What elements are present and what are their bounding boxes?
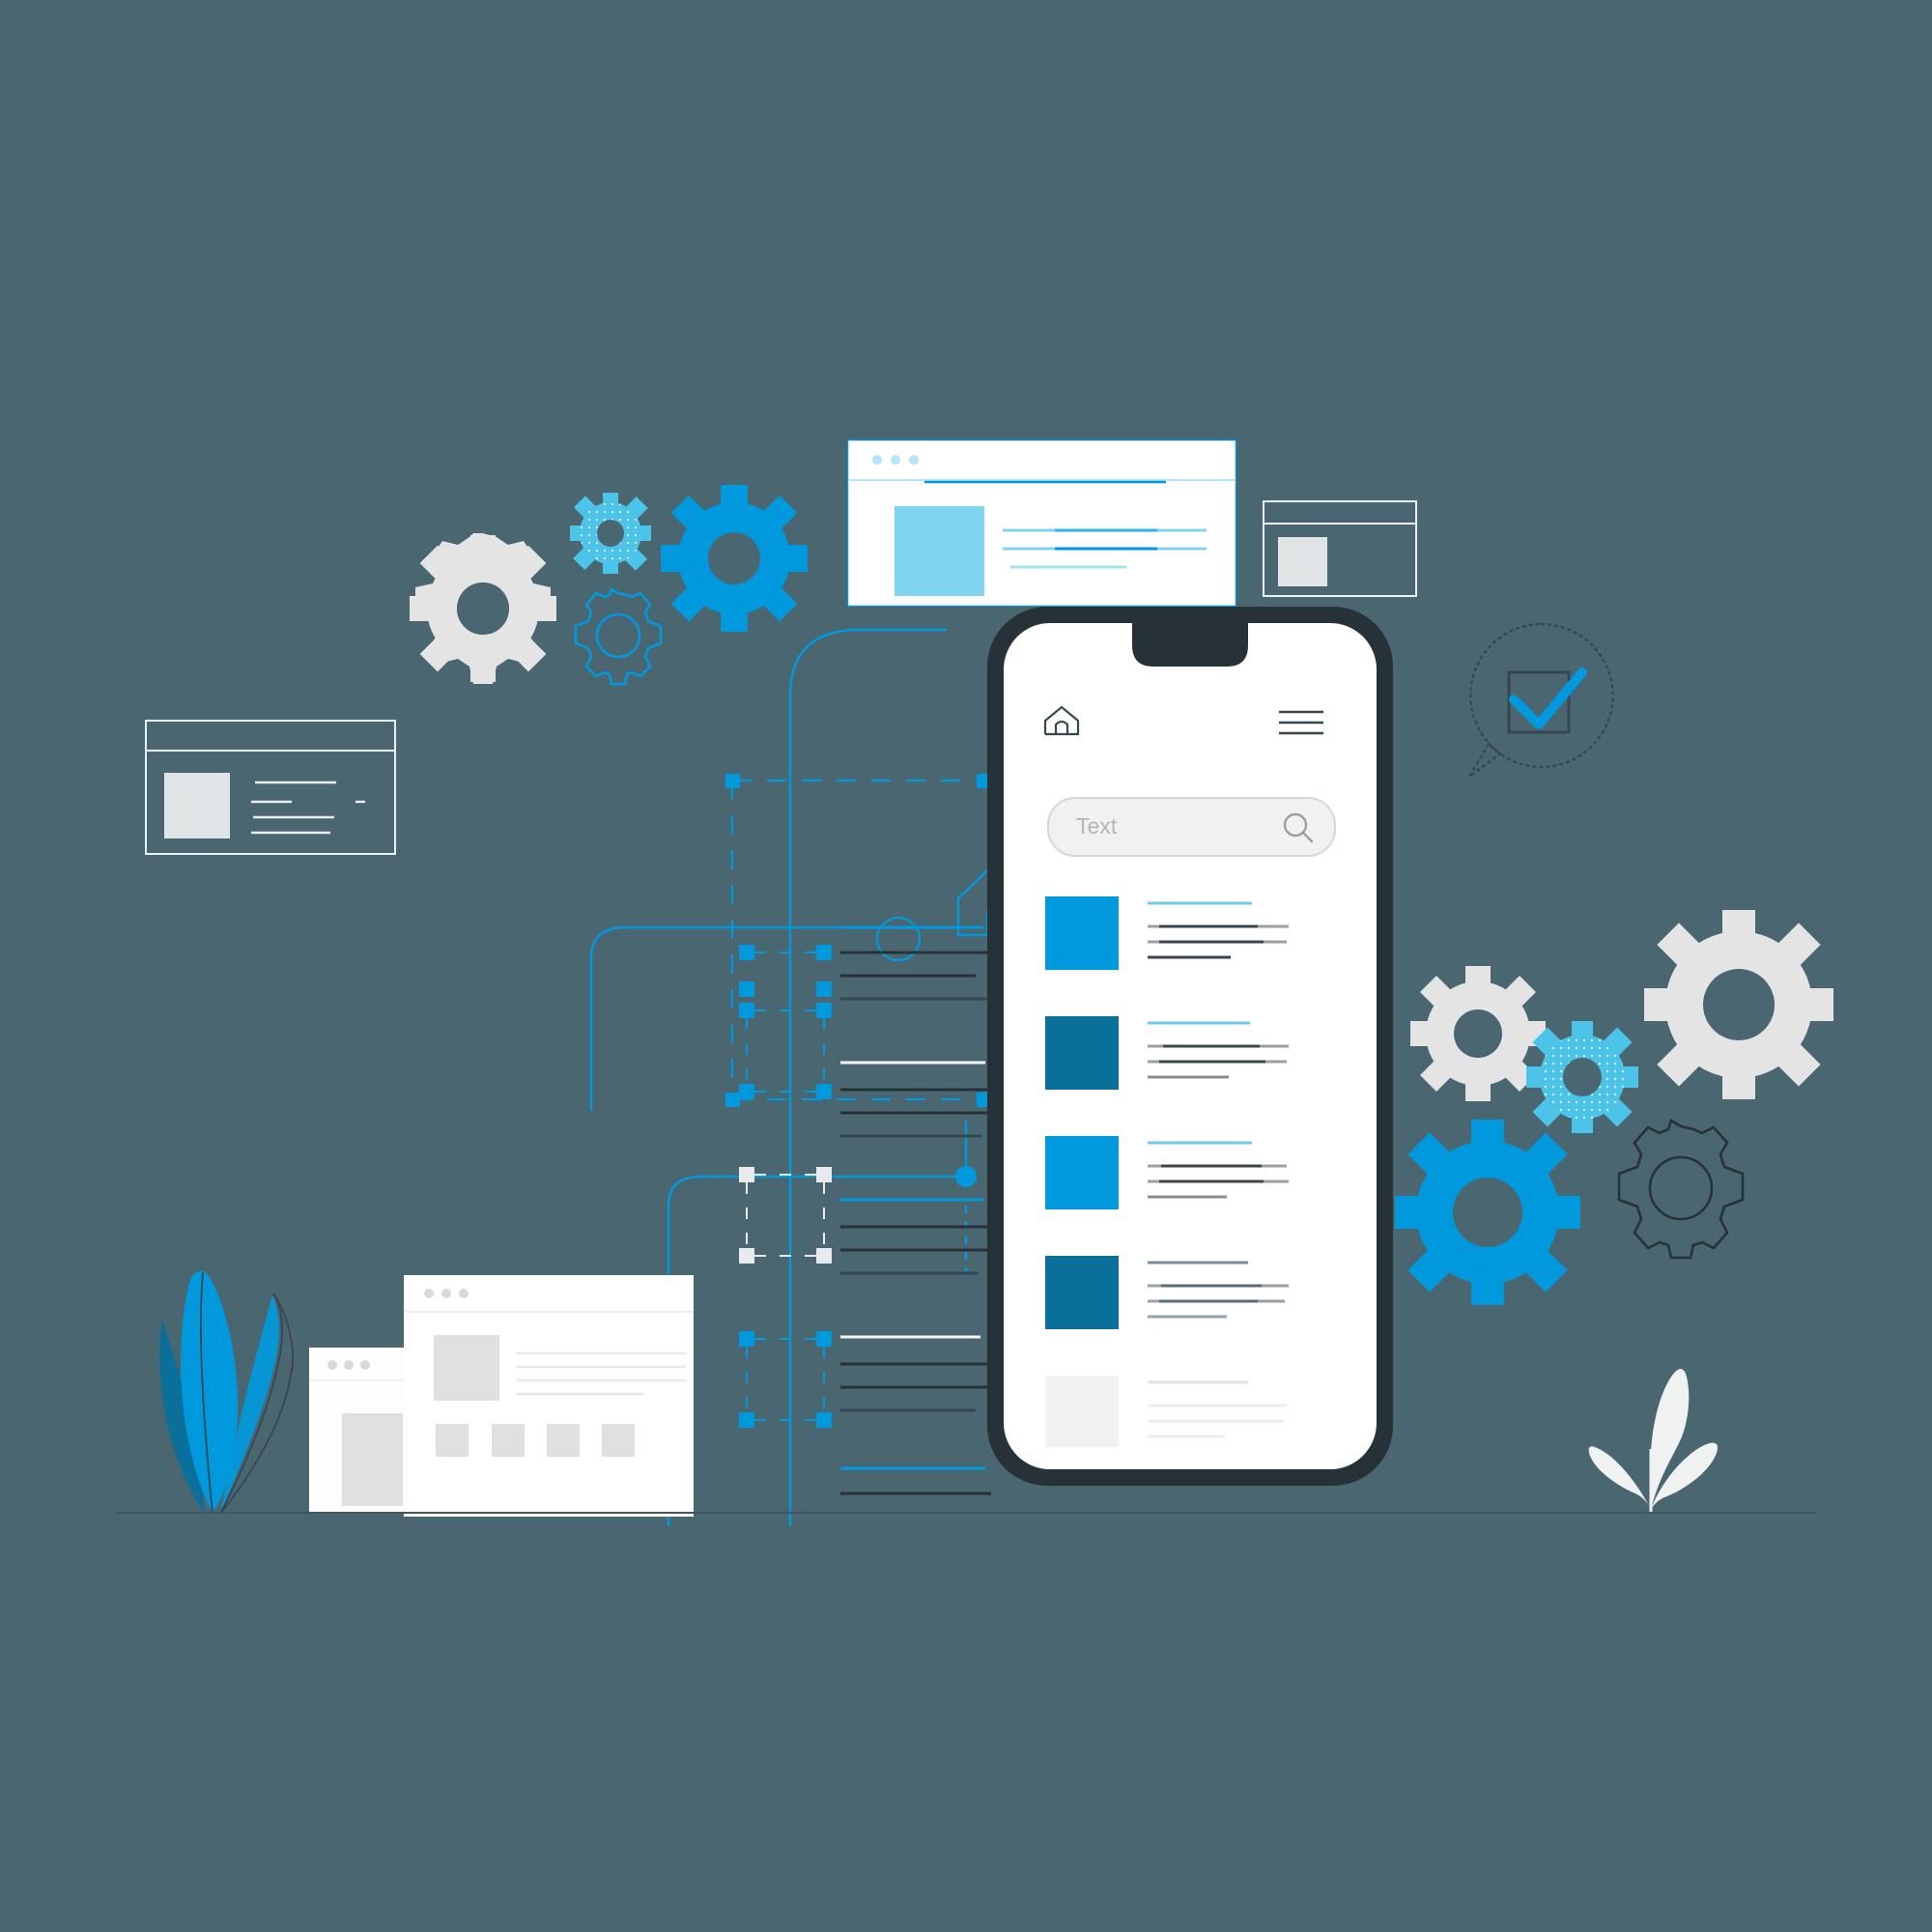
illustration-canvas: Text: [0, 0, 1932, 1932]
search-placeholder: Text: [1076, 813, 1118, 838]
list-item: [1045, 1376, 1287, 1447]
list-item: [1045, 1016, 1289, 1090]
list-item: [1045, 896, 1289, 970]
window-left-frame: [145, 720, 396, 855]
browser-small-thumbnail: [342, 1413, 403, 1506]
gear-gray-large-left: [410, 533, 556, 684]
browser-dot: [441, 1289, 451, 1298]
phone-list[interactable]: [1045, 896, 1335, 1447]
gear-cluster-top-left: [410, 485, 808, 686]
wireframe-handle-top: [739, 945, 832, 997]
gear-blue-large-top: [661, 485, 808, 632]
wireframe-handle-stack: [739, 1003, 832, 1428]
search-icon[interactable]: [1281, 810, 1316, 845]
list-item-thumbnail: [1045, 1256, 1119, 1329]
list-item-thumbnail: [1045, 1376, 1119, 1447]
gear-blue-outline-small: [574, 587, 663, 686]
list-item-thumbnail: [1045, 1136, 1119, 1209]
search-bar[interactable]: Text: [1047, 797, 1336, 857]
phone-notch: [1132, 623, 1248, 667]
gear-outline-dark-right: [1617, 1119, 1745, 1260]
browser-dot: [424, 1289, 434, 1298]
handle-group-white-1: [739, 1167, 832, 1264]
browser-large-frame: [404, 1275, 694, 1517]
gear-gray-right-large: [1644, 910, 1833, 1099]
check-icon: [1509, 668, 1587, 729]
gear-blue-small-top: [570, 493, 651, 574]
list-item-thumbnail: [1045, 896, 1119, 970]
browser-dot: [459, 1289, 469, 1298]
browser-dot: [344, 1360, 354, 1370]
browser-dot: [872, 455, 882, 465]
phone-device: Text: [987, 607, 1393, 1486]
gear-blue-right-large: [1395, 1120, 1580, 1305]
browser-dot: [891, 455, 900, 465]
browser-dot: [327, 1360, 337, 1370]
list-item: [1045, 1136, 1289, 1209]
list-item: [1045, 1256, 1289, 1329]
gear-gray-right-small: [1410, 966, 1546, 1101]
gear-lightblue-right: [1526, 1021, 1638, 1133]
browser-top-thumbnail: [895, 506, 984, 596]
browser-dot: [360, 1360, 370, 1370]
gear-cluster-right: [1395, 910, 1833, 1305]
handle-group-blue-1: [739, 1003, 832, 1099]
window-top-right-frame: [1263, 500, 1417, 597]
ground-line: [116, 1512, 1816, 1514]
home-icon: [1043, 705, 1080, 736]
browser-window-large[interactable]: [404, 1275, 694, 1517]
phone-header: [1043, 705, 1323, 736]
browser-window-top[interactable]: [847, 440, 1236, 607]
check-speech-bubble[interactable]: [1454, 616, 1628, 790]
browser-large-thumbnail: [434, 1335, 499, 1401]
window-left[interactable]: [145, 720, 396, 855]
hamburger-menu-icon: [1279, 710, 1323, 735]
handle-group-blue-2: [739, 1331, 832, 1428]
browser-dot: [909, 455, 919, 465]
wireframe-text-lines: [840, 925, 991, 1495]
browser-top-frame: [847, 440, 1236, 607]
list-item-thumbnail: [1045, 1016, 1119, 1090]
white-leaf-plant: [1588, 1369, 1719, 1512]
window-top-right[interactable]: [1263, 500, 1417, 597]
